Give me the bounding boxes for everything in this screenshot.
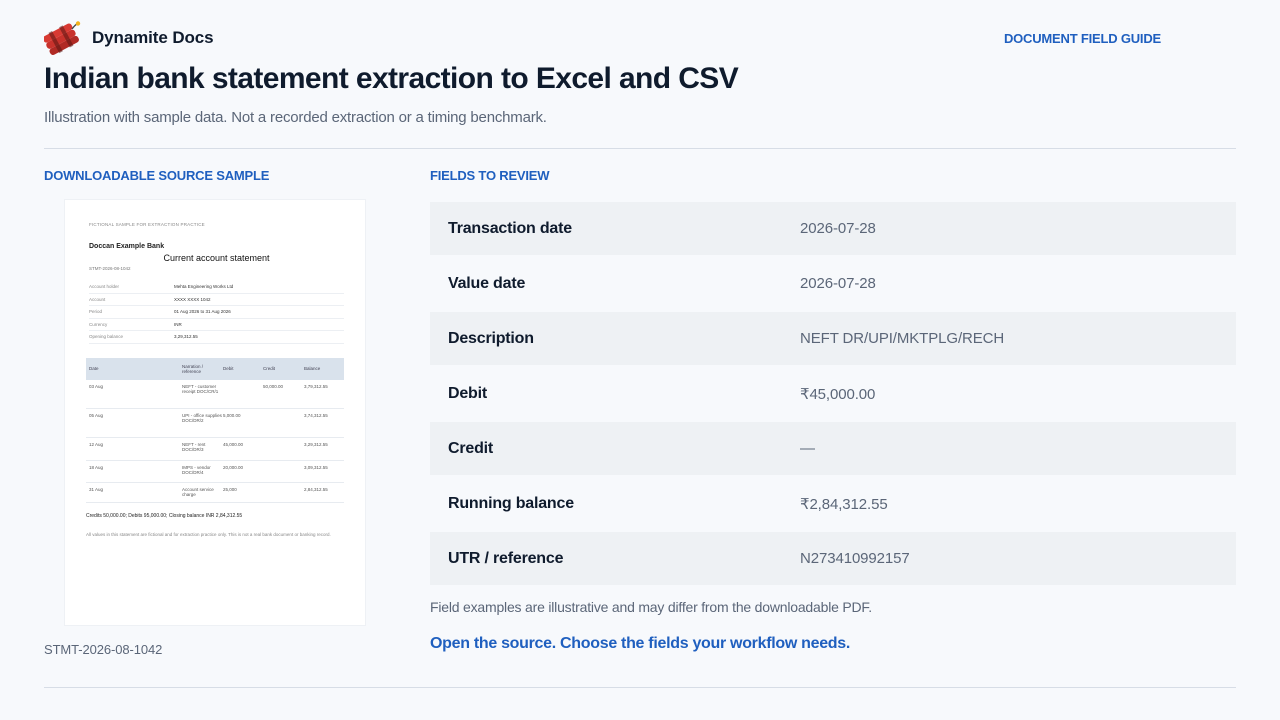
preview-cell: 3,74,312.55 — [304, 412, 328, 418]
preview-detail-row: Account XXXX XXXX 1042 — [89, 294, 344, 306]
preview-detail-key: Opening balance — [89, 334, 124, 340]
preview-cell: 3,29,312.55 — [304, 441, 328, 447]
field-row-running-balance: Running balance ₹2,84,312.55 — [430, 477, 1236, 530]
preview-cell: 03 Aug — [89, 383, 104, 389]
field-label: Debit — [448, 384, 488, 402]
preview-table-row: 31 Aug Account service charge 25,000 2,8… — [86, 483, 344, 503]
field-value: NEFT DR/UPI/MKTPLG/RECH — [800, 330, 1005, 347]
preview-bank-name: Doccan Example Bank — [89, 243, 165, 250]
field-label: Transaction date — [448, 219, 572, 237]
preview-transactions-table: Date Narration / reference Debit Credit … — [86, 357, 344, 503]
preview-table-row: 05 Aug UPI - office supplies DOC/DR/2 5,… — [86, 409, 344, 438]
preview-cell: 3,09,312.55 — [304, 464, 328, 470]
preview-col-date: Date — [89, 366, 99, 371]
preview-cell — [263, 442, 304, 460]
preview-cell — [263, 465, 304, 482]
preview-detail-row: Currency INR — [89, 319, 344, 331]
preview-banner: FICTIONAL SAMPLE FOR EXTRACTION PRACTICE — [89, 222, 205, 227]
open-source-cta-link[interactable]: Open the source. Choose the fields your … — [430, 635, 850, 653]
preview-cell: 3,79,312.55 — [304, 383, 328, 389]
preview-cell: 20,000.00 — [223, 464, 244, 470]
preview-cell: Account service charge — [182, 486, 214, 497]
preview-detail-value: Mehta Engineering Works Ltd — [174, 284, 234, 290]
preview-cell: 45,000.00 — [223, 441, 244, 447]
preview-details: Account holder Mehta Engineering Works Lt… — [89, 281, 344, 344]
preview-table-row: 03 Aug NEFT - customer receipt DOC/CR/1 … — [86, 380, 344, 409]
preview-cell: 31 Aug — [89, 486, 104, 492]
preview-cell: IMPS - vendor DOC/DR/4 — [182, 464, 211, 475]
preview-footer: All values in this statement are fiction… — [86, 531, 331, 537]
field-row-credit: Credit — — [430, 422, 1236, 475]
preview-reference: STMT-2026-08-1042 — [89, 266, 131, 271]
page-title: Indian bank statement extraction to Exce… — [44, 62, 739, 95]
preview-cell: UPI - office supplies DOC/DR/2 — [182, 412, 222, 423]
divider — [44, 148, 1236, 149]
preview-col-debit: Debit — [223, 366, 234, 371]
preview-detail-value: XXXX XXXX 1042 — [174, 296, 211, 302]
preview-detail-value: 3,29,312.55 — [174, 334, 198, 340]
preview-detail-row: Opening balance 3,29,312.55 — [89, 331, 344, 344]
preview-title: Current account statement — [163, 253, 270, 263]
field-value: ₹45,000.00 — [800, 385, 876, 403]
preview-cell: 50,000.00 — [263, 383, 284, 389]
preview-cell: NEFT - customer receipt DOC/CR/1 — [182, 383, 219, 394]
field-label: Running balance — [448, 494, 574, 512]
footer-divider — [44, 687, 1236, 688]
preview-cell — [263, 487, 304, 502]
preview-cell: NEFT - rent DOC/DR/3 — [182, 441, 206, 452]
dynamite-icon — [44, 21, 81, 55]
preview-cell: 18 Aug — [89, 464, 104, 470]
preview-table-row: 18 Aug IMPS - vendor DOC/DR/4 20,000.00 … — [86, 461, 344, 483]
fields-note: Field examples are illustrative and may … — [430, 599, 872, 615]
preview-cell: 5,000.00 — [223, 412, 241, 418]
field-value: 2026-07-28 — [800, 275, 876, 292]
field-value: N273410992157 — [800, 550, 910, 567]
field-row-transaction-date: Transaction date 2026-07-28 — [430, 202, 1236, 255]
preview-col-credit: Credit — [263, 366, 276, 371]
preview-table-header: Date Narration / reference Debit Credit … — [86, 357, 344, 380]
field-label: UTR / reference — [448, 549, 564, 567]
preview-col-balance: Balance — [304, 366, 321, 371]
preview-totals: Credits 50,000.00; Debits 95,000.00; Clo… — [86, 512, 243, 519]
brand[interactable]: Dynamite Docs — [44, 21, 214, 55]
preview-detail-value: INR — [174, 321, 182, 327]
field-value: 2026-07-28 — [800, 220, 876, 237]
preview-detail-value: 01 Aug 2026 to 31 Aug 2026 — [174, 309, 231, 315]
fields-heading: FIELDS TO REVIEW — [430, 168, 550, 183]
preview-detail-key: Account holder — [89, 284, 120, 290]
source-sample-heading: DOWNLOADABLE SOURCE SAMPLE — [44, 168, 270, 183]
preview-detail-row: Period 01 Aug 2026 to 31 Aug 2026 — [89, 306, 344, 319]
preview-cell: 12 Aug — [89, 441, 104, 447]
preview-cell: 2,84,312.55 — [304, 486, 328, 492]
top-bar: Dynamite Docs DOCUMENT FIELD GUIDE — [44, 18, 1236, 58]
field-row-utr-reference: UTR / reference N273410992157 — [430, 532, 1236, 585]
preview-detail-key: Period — [89, 309, 103, 315]
field-row-value-date: Value date 2026-07-28 — [430, 257, 1236, 310]
field-label: Value date — [448, 274, 526, 292]
preview-cell — [223, 384, 263, 408]
document-id: STMT-2026-08-1042 — [44, 642, 163, 657]
source-document-preview[interactable]: FICTIONAL SAMPLE FOR EXTRACTION PRACTICE… — [65, 200, 365, 625]
preview-detail-key: Currency — [89, 321, 108, 327]
field-label: Credit — [448, 439, 494, 457]
page-subtitle: Illustration with sample data. Not a rec… — [44, 109, 547, 126]
preview-cell — [263, 413, 304, 437]
document-field-guide-link[interactable]: DOCUMENT FIELD GUIDE — [1004, 31, 1161, 46]
field-value: ₹2,84,312.55 — [800, 495, 888, 513]
preview-table-row: 12 Aug NEFT - rent DOC/DR/3 45,000.00 3,… — [86, 438, 344, 461]
preview-cell: 05 Aug — [89, 412, 104, 418]
field-row-description: Description NEFT DR/UPI/MKTPLG/RECH — [430, 312, 1236, 365]
fields-table: Transaction date 2026-07-28 Value date 2… — [430, 202, 1236, 587]
field-label: Description — [448, 329, 534, 347]
preview-col-narration: Narration / reference — [182, 363, 204, 374]
preview-detail-key: Account — [89, 296, 106, 302]
field-row-debit: Debit ₹45,000.00 — [430, 367, 1236, 420]
preview-detail-row: Account holder Mehta Engineering Works Lt… — [89, 281, 344, 294]
brand-name: Dynamite Docs — [92, 28, 214, 47]
field-value: — — [800, 440, 815, 457]
preview-cell: 25,000 — [223, 486, 237, 492]
